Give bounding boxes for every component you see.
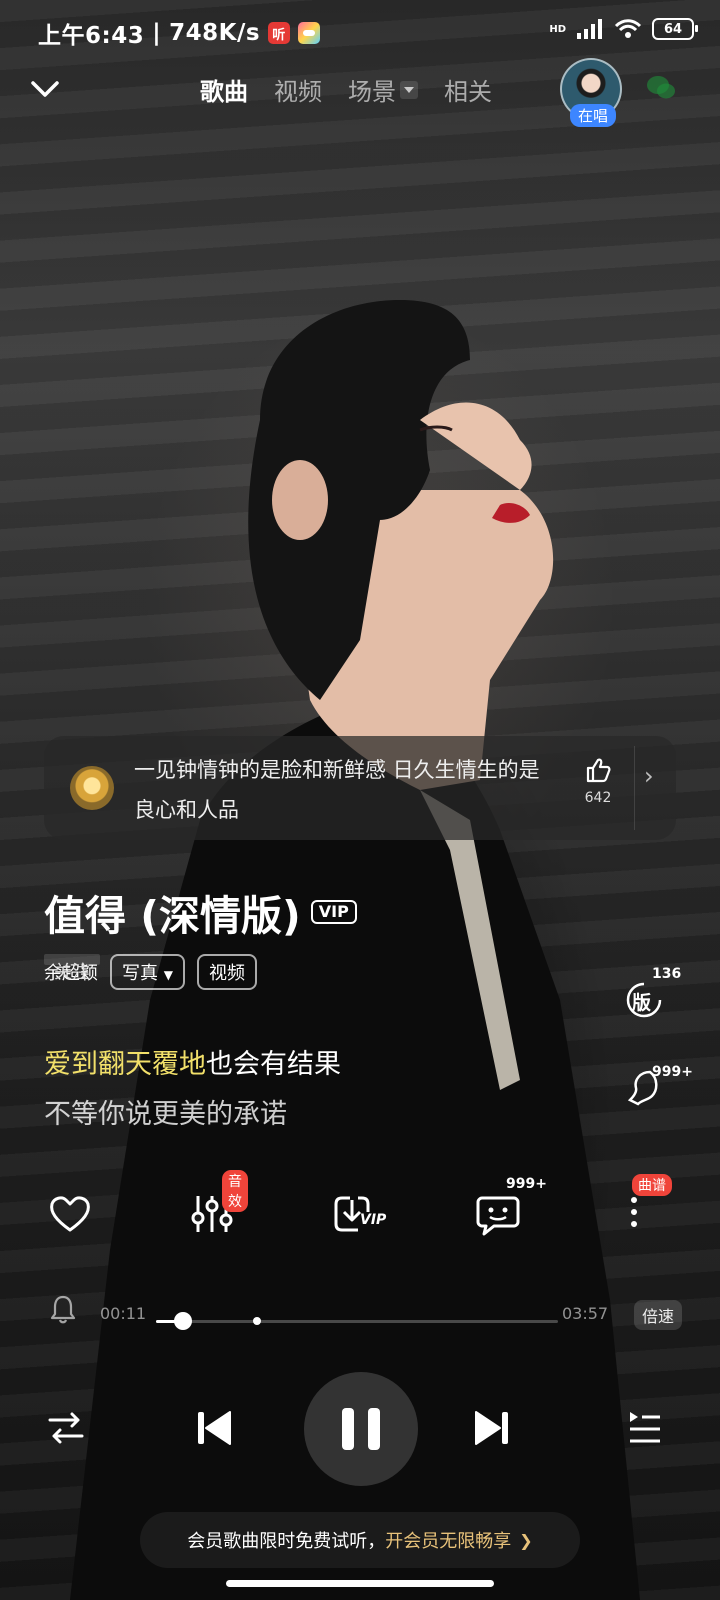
comment-like-button[interactable]: 642 — [574, 756, 622, 806]
lyric-unsung-part: 也会有结果 — [206, 1049, 341, 1080]
tab-scene[interactable]: 场景 — [348, 72, 418, 107]
current-time: 00:11 — [100, 1304, 147, 1323]
thumb-up-icon — [586, 758, 611, 783]
network-type: HD — [549, 23, 566, 35]
chevron-right-icon: ❯ — [519, 1530, 533, 1550]
collapse-chevron-icon[interactable] — [30, 78, 60, 100]
ting-app-icon: 听 — [268, 22, 291, 44]
home-indicator[interactable] — [226, 1580, 494, 1587]
progress-row: 00:11 03:57 倍速 — [0, 1295, 720, 1340]
game-app-icon — [298, 22, 321, 44]
vip-trial-banner[interactable]: 会员歌曲限时免费试听， 开会员无限畅享 ❯ — [140, 1512, 580, 1568]
hot-comment-card[interactable]: 一见钟情钟的是脸和新鲜感 日久生情生的是良心和人品 642 › — [44, 736, 676, 840]
lyric-sung-part: 爱到翻天覆地 — [44, 1049, 206, 1080]
versions-glyph: 版 — [632, 992, 652, 1014]
header-tabs: 歌曲 视频 场景 相关 — [200, 72, 492, 107]
playlist-icon[interactable] — [624, 1408, 664, 1448]
lyric-next: 不等你说更美的承诺 — [44, 1099, 287, 1130]
photos-label: 写真 — [122, 963, 158, 984]
comment-icon — [476, 1196, 520, 1236]
sound-effect-button[interactable]: 音效 — [188, 1170, 248, 1246]
playback-controls — [0, 1372, 720, 1488]
battery-icon: 64 — [652, 18, 698, 40]
comment-text: 一见钟情钟的是脸和新鲜感 日久生情生的是良心和人品 — [134, 758, 540, 822]
singer-avatar[interactable]: 在唱 — [560, 58, 622, 127]
tab-related[interactable]: 相关 — [444, 72, 492, 107]
seek-bar[interactable] — [156, 1312, 558, 1330]
previous-icon[interactable] — [194, 1408, 234, 1448]
photos-caret-icon: ▼ — [163, 968, 173, 982]
video-button[interactable]: 视频 — [196, 954, 257, 990]
seek-marker — [252, 1317, 261, 1325]
tab-scene-label: 场景 — [348, 78, 396, 106]
total-time: 03:57 — [562, 1304, 609, 1323]
ringtone-count: 999+ — [652, 1064, 693, 1080]
versions-count: 136 — [652, 966, 682, 982]
seek-knob[interactable] — [173, 1312, 192, 1330]
song-title: 值得 (深情版) — [44, 892, 301, 940]
next-icon[interactable] — [472, 1408, 512, 1448]
status-right: HD 64 — [549, 18, 698, 40]
comments-count: 999+ — [506, 1176, 547, 1192]
singing-badge: 在唱 — [570, 104, 617, 127]
signal-icon — [577, 19, 602, 39]
chevron-right-icon[interactable]: › — [644, 762, 654, 790]
status-net-speed: 748K/s — [169, 20, 261, 46]
status-separator: | — [152, 20, 162, 46]
song-title-row: 值得 (深情版) VIP — [44, 882, 357, 942]
commenter-avatar — [70, 766, 114, 810]
wifi-icon — [614, 19, 642, 38]
sound-effect-badge: 音效 — [222, 1170, 248, 1212]
wechat-share-icon[interactable] — [646, 74, 676, 102]
photos-button[interactable]: 写真 ▼ — [110, 954, 185, 990]
comments-button[interactable]: 999+ — [474, 1176, 547, 1246]
more-button[interactable]: 曲谱 — [620, 1174, 676, 1246]
follow-button[interactable]: 关注 — [44, 954, 100, 983]
status-time: 上午6:43 — [38, 23, 145, 49]
download-vip-label: VIP — [360, 1212, 387, 1228]
status-bar: 上午6:43 | 748K/s 听 — [38, 16, 321, 50]
download-button[interactable]: VIP — [332, 1190, 388, 1246]
vip-tag: VIP — [310, 900, 357, 924]
ringtone-button[interactable]: 999+ — [624, 1064, 694, 1116]
heart-icon — [50, 1196, 90, 1232]
more-vertical-icon — [631, 1197, 637, 1227]
lyric-current: 爱到翻天覆地也会有结果 — [44, 1042, 341, 1081]
vip-banner-link[interactable]: 开会员无限畅享 — [385, 1527, 511, 1553]
comment-divider — [634, 746, 635, 830]
song-meta: 余超颖 关注 写真 ▼ 视频 — [44, 954, 257, 990]
play-pause-button[interactable] — [304, 1372, 418, 1486]
scene-caret-icon — [400, 80, 418, 99]
repeat-mode-icon[interactable] — [46, 1408, 86, 1448]
tab-video[interactable]: 视频 — [274, 72, 322, 107]
speed-button[interactable]: 倍速 — [634, 1300, 683, 1330]
like-button[interactable] — [46, 1190, 102, 1246]
action-row: 音效 VIP 999+ 曲谱 — [0, 1170, 720, 1250]
pause-icon — [342, 1408, 380, 1450]
tab-song[interactable]: 歌曲 — [200, 72, 248, 107]
vip-banner-text: 会员歌曲限时免费试听， — [187, 1531, 386, 1552]
bell-icon[interactable] — [50, 1294, 76, 1324]
versions-button[interactable]: 版 136 — [624, 966, 684, 1032]
score-badge: 曲谱 — [632, 1174, 672, 1196]
comment-like-count: 642 — [584, 790, 612, 806]
